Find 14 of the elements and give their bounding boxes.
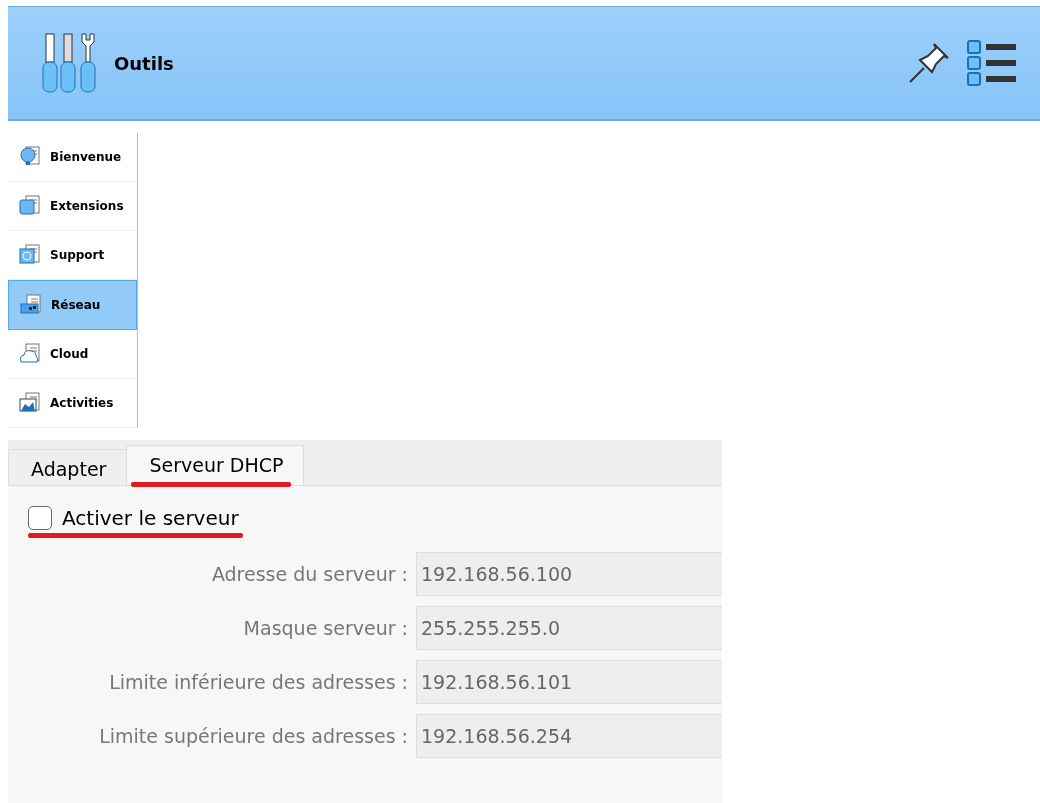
field-label: Limite inférieure des adresses : <box>108 671 408 693</box>
tab[interactable]: Adapter <box>8 449 128 485</box>
sidebar-item-icon <box>18 391 42 415</box>
field-label: Limite supérieure des adresses : <box>98 725 408 747</box>
sidebar-item-icon <box>18 243 42 267</box>
sidebar-item-icon <box>18 342 42 366</box>
list-menu-icon[interactable] <box>966 39 1018 87</box>
sidebar-item-icon <box>19 293 43 317</box>
tab[interactable]: Serveur DHCP <box>126 445 305 485</box>
sidebar-item-icon <box>18 194 42 218</box>
field-label: Adresse du serveur : <box>210 563 408 585</box>
header-title: Outils <box>114 52 175 74</box>
sidebar-item[interactable]: Réseau <box>8 280 137 330</box>
field-label: Masque serveur : <box>242 617 408 639</box>
